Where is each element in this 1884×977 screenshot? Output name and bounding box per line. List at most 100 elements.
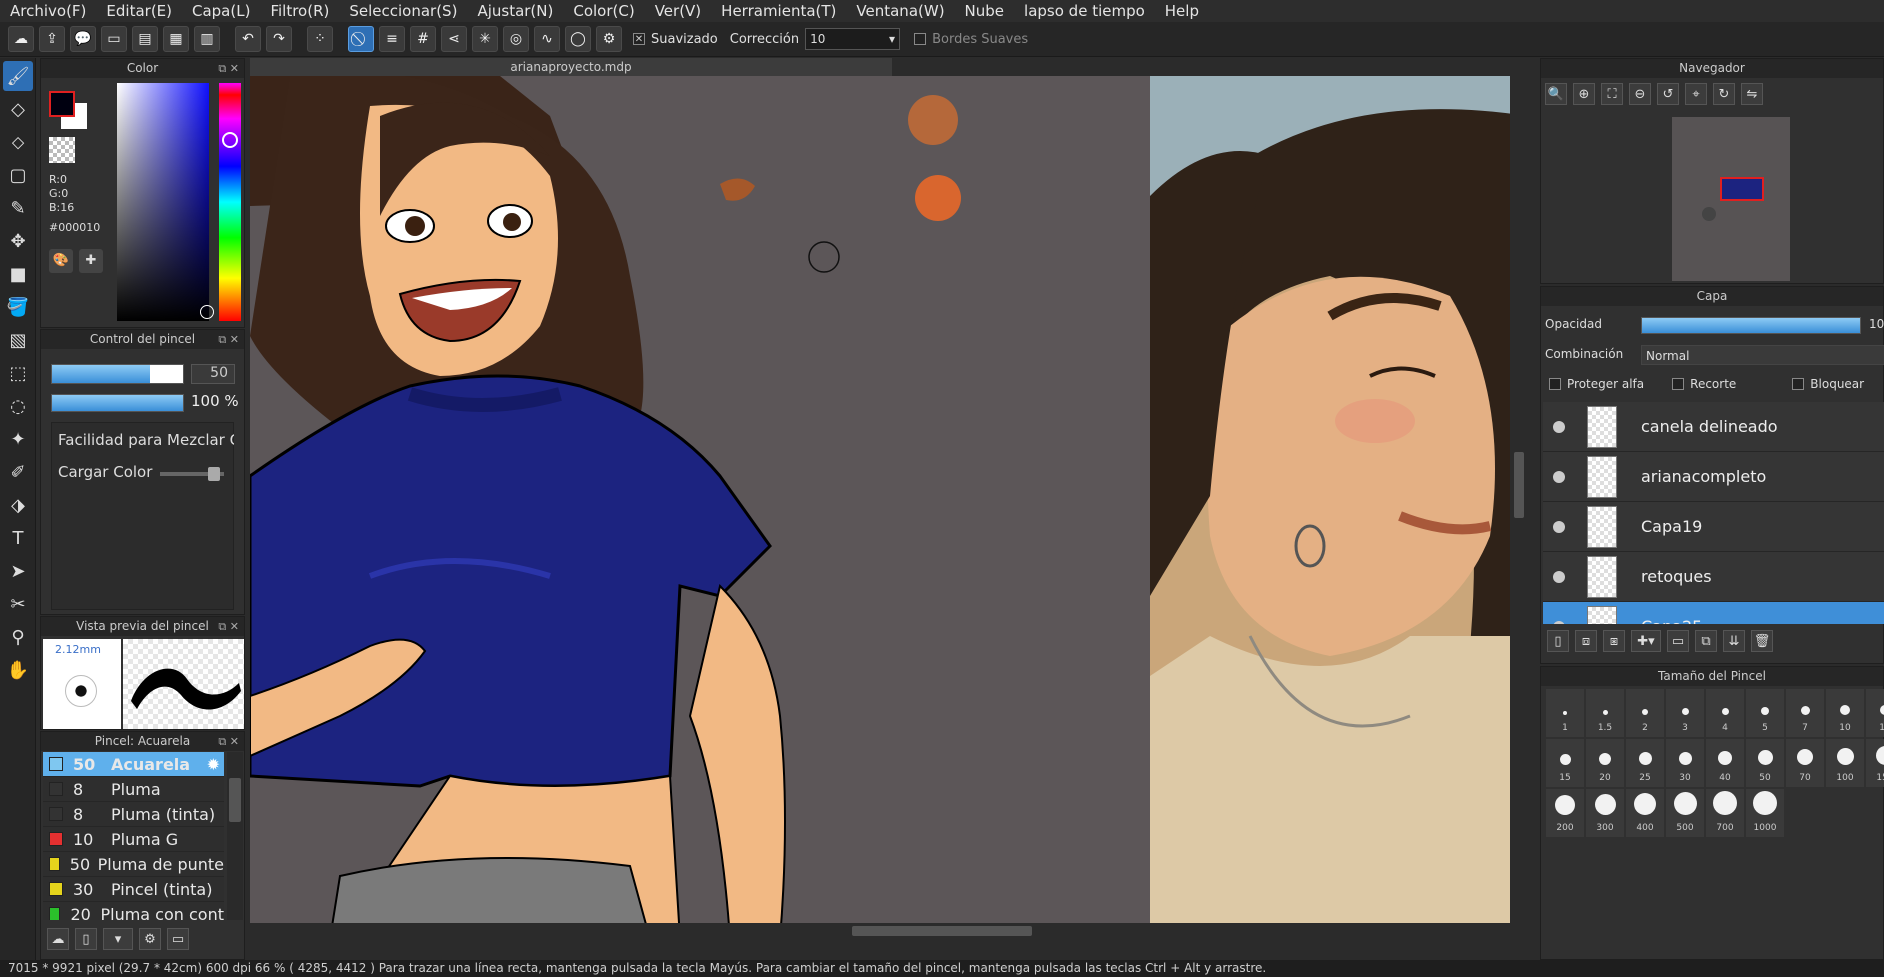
cloud-icon[interactable]: ☁ xyxy=(8,26,34,52)
delete-layer-icon[interactable]: 🗑 xyxy=(1751,630,1773,652)
page-icon[interactable]: ▤ xyxy=(132,26,158,52)
brush-settings-icon[interactable]: ⚙ xyxy=(139,928,161,950)
bucket-tool-icon[interactable]: 🪣 xyxy=(3,292,33,322)
brush-size-preset[interactable]: 40 xyxy=(1706,739,1744,787)
new-layer-icon[interactable]: ▯ xyxy=(1547,630,1569,652)
redo-icon[interactable]: ↷ xyxy=(266,26,292,52)
visibility-icon[interactable] xyxy=(1553,420,1565,433)
concentric-snap-icon[interactable]: ◎ xyxy=(503,26,529,52)
new-8bit-layer-icon[interactable]: ⧈ xyxy=(1575,630,1597,652)
palette-add-icon[interactable]: ✚ xyxy=(79,249,103,273)
panel-close-icon[interactable]: ⧉ ✕ xyxy=(218,617,239,636)
menu-item[interactable]: Nube xyxy=(955,2,1014,20)
brush-size-preset[interactable]: 1 xyxy=(1546,689,1584,737)
operation-tool-icon[interactable]: ➤ xyxy=(3,556,33,586)
shape-tool-icon[interactable]: ▢ xyxy=(3,160,33,190)
smoothing-checkbox[interactable]: ✕ xyxy=(633,33,645,45)
eyedropper-tool-icon[interactable]: ⚲ xyxy=(3,622,33,652)
panel-close-icon[interactable]: ⧉ ✕ xyxy=(218,732,239,751)
brush-size-slider[interactable] xyxy=(51,364,184,384)
clipping-checkbox[interactable] xyxy=(1672,378,1685,390)
new-brush-icon[interactable]: ▯ xyxy=(75,928,97,950)
rotate-left-icon[interactable]: ↺ xyxy=(1657,83,1679,105)
brush-cloud-icon[interactable]: ☁ xyxy=(47,928,69,950)
fit-icon[interactable]: ⛶ xyxy=(1601,83,1623,105)
brush-size-preset[interactable]: 500 xyxy=(1666,789,1704,837)
brush-list-item[interactable]: 10 Pluma G xyxy=(43,827,224,852)
brush-size-preset[interactable]: 4 xyxy=(1706,689,1744,737)
fill-rect-icon[interactable]: ■ xyxy=(3,259,33,289)
menu-item[interactable]: Archivo(F) xyxy=(0,2,96,20)
rect-select-icon[interactable]: ⬚ xyxy=(3,358,33,388)
hue-bar[interactable] xyxy=(219,83,241,321)
pen-tool-icon[interactable]: ✎ xyxy=(3,193,33,223)
panel-close-icon[interactable]: ⧉ ✕ xyxy=(218,330,239,349)
radial-snap-icon[interactable]: ✳ xyxy=(472,26,498,52)
brush-list-item[interactable]: 50 Acuarela ✹ xyxy=(43,752,224,777)
rotate-right-icon[interactable]: ↻ xyxy=(1713,83,1735,105)
foreground-color-swatch[interactable] xyxy=(49,91,75,117)
soft-edges-checkbox[interactable] xyxy=(914,33,927,45)
visibility-icon[interactable] xyxy=(1553,620,1565,624)
canvas-v-scrollbar[interactable] xyxy=(1510,76,1528,939)
zoom-out-icon[interactable]: ⊖ xyxy=(1629,83,1651,105)
menu-item[interactable]: Ajustar(N) xyxy=(467,2,563,20)
brush-options-icon[interactable]: ▾ xyxy=(103,928,133,950)
brush-size-preset[interactable]: 30 xyxy=(1666,739,1704,787)
text-tool-icon[interactable]: T xyxy=(3,523,33,553)
menu-item[interactable]: Capa(L) xyxy=(182,2,260,20)
curve-snap-icon[interactable]: ∿ xyxy=(534,26,560,52)
canvas-h-scrollbar[interactable] xyxy=(250,923,1510,939)
brush-size-preset[interactable]: 7 xyxy=(1786,689,1824,737)
new-1bit-layer-icon[interactable]: ⧆ xyxy=(1603,630,1625,652)
layer-folder-icon[interactable]: ▭ xyxy=(1667,630,1689,652)
blend-mode-select[interactable]: Normal xyxy=(1641,345,1884,365)
menu-item[interactable]: Seleccionar(S) xyxy=(339,2,467,20)
layer-row[interactable]: Capa19 xyxy=(1543,502,1884,552)
parallel-snap-icon[interactable]: ≡ xyxy=(379,26,405,52)
perspective-snap-icon[interactable]: ⋖ xyxy=(441,26,467,52)
menu-item[interactable]: Help xyxy=(1155,2,1209,20)
alpha-lock-checkbox[interactable] xyxy=(1549,378,1561,390)
snap-settings-icon[interactable]: ⚙ xyxy=(596,26,622,52)
merge-layer-icon[interactable]: ⇊ xyxy=(1723,630,1745,652)
zoom-in-icon[interactable]: ⊕ xyxy=(1573,83,1595,105)
selection-dots-icon[interactable]: ⁘ xyxy=(307,26,333,52)
grid-snap-icon[interactable]: # xyxy=(410,26,436,52)
duplicate-layer-icon[interactable]: ⧉ xyxy=(1695,630,1717,652)
layer-row[interactable]: canela delineado xyxy=(1543,402,1884,452)
transparent-color-swatch[interactable] xyxy=(49,137,75,163)
magic-wand-icon[interactable]: ✦ xyxy=(3,424,33,454)
menu-item[interactable]: Herramienta(T) xyxy=(711,2,846,20)
divide-tool-icon[interactable]: ✂ xyxy=(3,589,33,619)
brush-size-preset[interactable]: 70 xyxy=(1786,739,1824,787)
brush-size-preset[interactable]: 12 xyxy=(1866,689,1884,737)
visibility-icon[interactable] xyxy=(1553,520,1565,533)
load-color-knob[interactable] xyxy=(208,467,221,481)
select-eraser-icon[interactable]: ⬦ xyxy=(3,127,33,157)
menu-item[interactable]: Editar(E) xyxy=(96,2,182,20)
menu-item[interactable]: Ventana(W) xyxy=(846,2,954,20)
brush-opacity-slider[interactable] xyxy=(51,394,184,412)
saturation-value-field[interactable] xyxy=(117,83,209,321)
gradient-tool-icon[interactable]: ▧ xyxy=(3,325,33,355)
select-eraser2-icon[interactable]: ⬗ xyxy=(3,490,33,520)
bubble-text-icon[interactable]: ▭ xyxy=(101,26,127,52)
palette-icon[interactable]: 🎨 xyxy=(49,249,73,273)
flip-icon[interactable]: ⇋ xyxy=(1741,83,1763,105)
brush-size-preset[interactable]: 1.5 xyxy=(1586,689,1624,737)
correction-select[interactable]: 10 ▾ xyxy=(805,28,901,50)
eraser-tool-icon[interactable]: ◇ xyxy=(3,94,33,124)
brush-size-preset[interactable]: 50 xyxy=(1746,739,1784,787)
lasso-select-icon[interactable]: ◌ xyxy=(3,391,33,421)
snap-off-icon[interactable]: ⃠ xyxy=(348,26,374,52)
undo-icon[interactable]: ↶ xyxy=(235,26,261,52)
brush-size-preset[interactable]: 2 xyxy=(1626,689,1664,737)
lock-checkbox[interactable] xyxy=(1792,378,1805,390)
brush-size-preset[interactable]: 400 xyxy=(1626,789,1664,837)
brush-size-preset[interactable]: 20 xyxy=(1586,739,1624,787)
visibility-icon[interactable] xyxy=(1553,570,1565,583)
brush-tool-icon[interactable]: 🖌 xyxy=(3,61,33,91)
panel-icon[interactable]: ▦ xyxy=(163,26,189,52)
brush-list-item[interactable]: 50 Pluma de punte xyxy=(43,852,224,877)
